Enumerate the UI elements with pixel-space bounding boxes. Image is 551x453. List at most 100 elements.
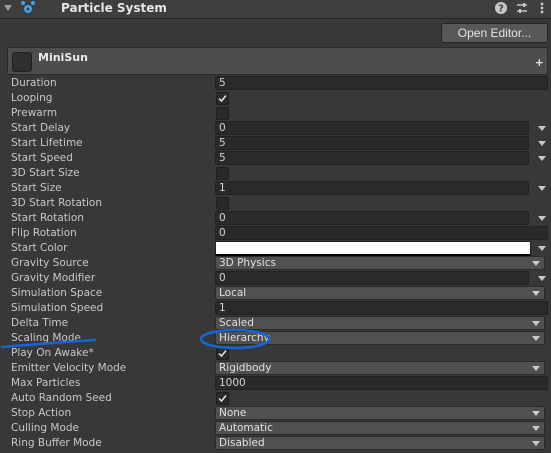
property-label: Emitter Velocity Mode — [11, 362, 127, 374]
start-color-swatch[interactable] — [215, 241, 531, 256]
property-row-start-size: Start Size 1 — [7, 181, 547, 196]
property-row-simulation-space: Simulation Space Local — [7, 286, 547, 301]
color-mode-caret-icon[interactable] — [538, 246, 546, 251]
property-label: Stop Action — [11, 407, 72, 419]
curve-mode-caret-icon[interactable] — [538, 141, 546, 146]
property-label: 3D Start Size — [11, 167, 80, 179]
chevron-down-icon — [532, 291, 540, 296]
property-label: Looping — [11, 92, 53, 104]
property-label: Start Size — [11, 182, 62, 194]
property-label: Max Particles — [11, 377, 81, 389]
property-row-flip-rotation: Flip Rotation 0 — [7, 226, 548, 241]
3d-start-size-checkbox[interactable] — [216, 167, 229, 180]
help-icon[interactable]: ? — [494, 1, 508, 15]
property-row-scaling-mode: Scaling Mode Hierarchy — [7, 331, 547, 346]
scaling-mode-dropdown[interactable]: Hierarchy — [215, 331, 545, 345]
dropdown-value: Disabled — [219, 437, 265, 449]
add-module-icon[interactable]: + — [535, 57, 544, 68]
kebab-menu-icon[interactable] — [535, 1, 549, 15]
open-editor-button[interactable]: Open Editor... — [441, 23, 548, 43]
property-label: Flip Rotation — [11, 227, 77, 239]
delta-time-dropdown[interactable]: Scaled — [215, 316, 545, 330]
checkmark-icon — [218, 95, 227, 103]
property-row-emitter-velocity-mode: Emitter Velocity Mode Rigidbody — [7, 361, 547, 376]
curve-mode-caret-icon[interactable] — [538, 216, 546, 221]
duration-field[interactable]: 5 — [215, 76, 548, 90]
dropdown-value: Hierarchy — [219, 332, 270, 344]
dropdown-value: Rigidbody — [219, 362, 272, 374]
property-label: Duration — [11, 77, 57, 89]
looping-checkbox[interactable] — [216, 92, 229, 105]
simulation-space-dropdown[interactable]: Local — [215, 286, 545, 300]
property-label: Play On Awake* — [11, 347, 94, 359]
component-title: Particle System — [61, 1, 167, 15]
property-row-auto-random-seed: Auto Random Seed — [7, 391, 547, 406]
dropdown-value: None — [219, 407, 247, 419]
checkmark-icon — [218, 395, 227, 403]
max-particles-field[interactable]: 1000 — [215, 376, 548, 390]
auto-random-seed-checkbox[interactable] — [216, 392, 229, 405]
property-label: Culling Mode — [11, 422, 80, 434]
property-row-gravity-modifier: Gravity Modifier 0 — [7, 271, 547, 286]
dropdown-value: Local — [219, 287, 247, 299]
start-size-field[interactable]: 1 — [215, 181, 529, 195]
preset-icon[interactable] — [515, 1, 529, 15]
ring-buffer-mode-dropdown[interactable]: Disabled — [215, 436, 545, 450]
3d-start-rotation-checkbox[interactable] — [216, 197, 229, 210]
property-row-start-lifetime: Start Lifetime 5 — [7, 136, 547, 151]
property-row-duration: Duration 5 — [7, 76, 548, 91]
property-label: Auto Random Seed — [11, 392, 112, 404]
property-label: Start Delay — [11, 122, 71, 134]
module-header[interactable]: MiniSun + — [7, 47, 548, 75]
chevron-down-icon — [532, 261, 540, 266]
property-label: Start Speed — [11, 152, 73, 164]
particle-system-icon — [21, 1, 35, 13]
curve-mode-caret-icon[interactable] — [538, 156, 546, 161]
module-title: MiniSun — [38, 51, 88, 64]
property-row-start-delay: Start Delay 0 — [7, 121, 547, 136]
chevron-down-icon — [532, 336, 540, 341]
gravity-source-dropdown[interactable]: 3D Physics — [215, 256, 545, 270]
curve-mode-caret-icon[interactable] — [538, 126, 546, 131]
property-label: Simulation Speed — [11, 302, 104, 314]
property-row-start-speed: Start Speed 5 — [7, 151, 547, 166]
play-on-awake-checkbox[interactable] — [216, 347, 229, 360]
start-speed-field[interactable]: 5 — [215, 151, 529, 165]
property-label: Start Color — [11, 242, 68, 254]
flip-rotation-field[interactable]: 0 — [215, 226, 548, 240]
dropdown-value: 3D Physics — [219, 257, 276, 269]
culling-mode-dropdown[interactable]: Automatic — [215, 421, 545, 435]
emitter-velocity-mode-dropdown[interactable]: Rigidbody — [215, 361, 545, 375]
property-label: 3D Start Rotation — [11, 197, 103, 209]
component-header[interactable]: Particle System ? — [0, 0, 551, 19]
stop-action-dropdown[interactable]: None — [215, 406, 545, 420]
chevron-down-icon — [532, 441, 540, 446]
chevron-down-icon — [532, 426, 540, 431]
property-row-simulation-speed: Simulation Speed 1 — [7, 301, 548, 316]
start-rotation-field[interactable]: 0 — [215, 211, 529, 225]
property-label: Start Rotation — [11, 212, 84, 224]
module-thumbnail — [12, 52, 32, 72]
property-row-gravity-source: Gravity Source 3D Physics — [7, 256, 547, 271]
simulation-speed-field[interactable]: 1 — [215, 301, 548, 315]
property-label: Gravity Modifier — [11, 272, 96, 284]
property-label: Ring Buffer Mode — [11, 437, 102, 449]
property-label: Scaling Mode — [11, 332, 81, 344]
checkmark-icon — [218, 350, 227, 358]
property-row-start-color: Start Color — [7, 241, 547, 256]
gravity-modifier-field[interactable]: 0 — [215, 271, 529, 285]
property-label: Start Lifetime — [11, 137, 83, 149]
prewarm-checkbox[interactable] — [216, 107, 229, 120]
property-row-looping: Looping — [7, 91, 547, 106]
start-delay-field[interactable]: 0 — [215, 121, 529, 135]
chevron-down-icon — [532, 321, 540, 326]
curve-mode-caret-icon[interactable] — [538, 186, 546, 191]
chevron-down-icon — [532, 366, 540, 371]
dropdown-value: Scaled — [219, 317, 254, 329]
property-row-culling-mode: Culling Mode Automatic — [7, 421, 547, 436]
property-row-start-rotation: Start Rotation 0 — [7, 211, 547, 226]
curve-mode-caret-icon[interactable] — [538, 276, 546, 281]
property-row-stop-action: Stop Action None — [7, 406, 547, 421]
foldout-arrow-icon[interactable] — [4, 5, 12, 11]
start-lifetime-field[interactable]: 5 — [215, 136, 529, 150]
